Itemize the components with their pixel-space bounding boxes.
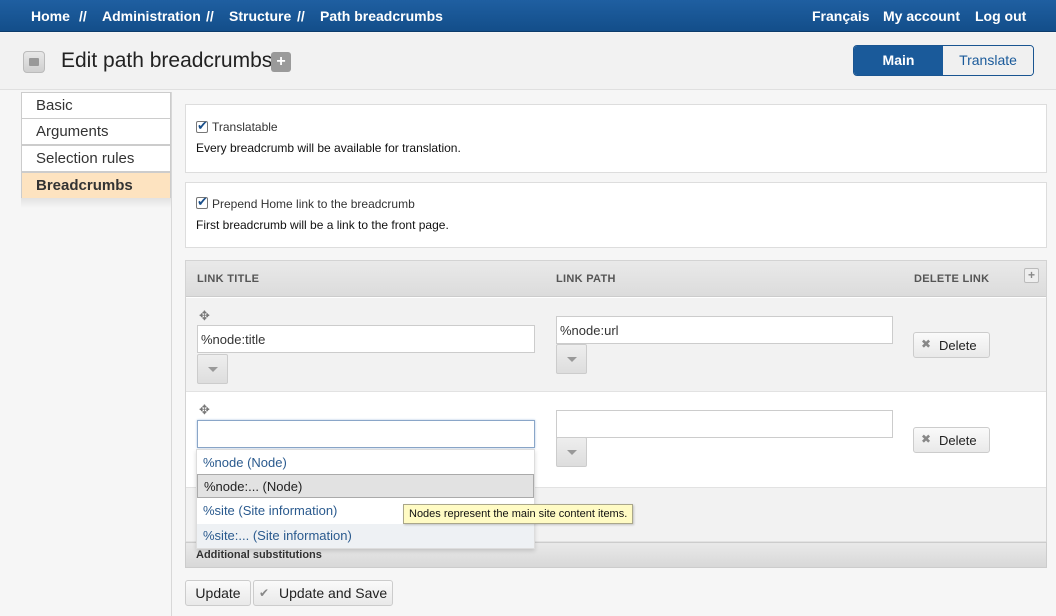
language-switch-link[interactable]: Français	[812, 8, 870, 24]
header-link-path: LINK PATH	[556, 273, 616, 285]
add-shortcut-button[interactable]: +	[271, 52, 291, 72]
prepend-home-checkbox[interactable]	[196, 194, 208, 210]
delete-button[interactable]: ✖ Delete	[913, 332, 990, 358]
link-title-input[interactable]	[197, 420, 535, 448]
add-row-icon[interactable]: +	[1024, 268, 1039, 283]
header-delete-link: DELETE LINK	[914, 273, 990, 285]
breadcrumb-separator: //	[206, 8, 214, 24]
update-button[interactable]: Update	[185, 580, 251, 606]
link-title-input[interactable]	[197, 325, 535, 353]
prepend-home-description: First breadcrumb will be a link to the f…	[196, 218, 449, 232]
breadcrumb-home[interactable]: Home	[31, 8, 70, 24]
update-and-save-button[interactable]: ✔ Update and Save	[253, 580, 393, 606]
path-dropdown-button[interactable]	[556, 344, 587, 374]
view-tabs: Main Translate	[853, 45, 1034, 76]
update-and-save-label: Update and Save	[279, 585, 388, 601]
page-header: Edit path breadcrumbs + Main Translate	[0, 33, 1056, 90]
token-tooltip: Nodes represent the main site content it…	[403, 504, 634, 524]
sidebar-item-selection-rules[interactable]: Selection rules	[21, 145, 171, 172]
page-icon	[23, 51, 45, 73]
delete-label: Delete	[939, 433, 977, 448]
tab-main[interactable]: Main	[854, 46, 943, 75]
autocomplete-item[interactable]: %node (Node)	[197, 451, 534, 475]
breadcrumb-path-breadcrumbs[interactable]: Path breadcrumbs	[320, 8, 443, 24]
prepend-home-option: Prepend Home link to the breadcrumb Firs…	[185, 182, 1047, 248]
link-path-input[interactable]	[556, 316, 893, 344]
link-path-input[interactable]	[556, 410, 893, 438]
sidebar-item-basic[interactable]: Basic	[21, 92, 171, 119]
check-icon: ✔	[259, 586, 270, 600]
drag-handle-icon[interactable]: ✥	[199, 402, 210, 418]
translatable-checkbox[interactable]	[196, 118, 208, 134]
close-icon: ✖	[921, 432, 932, 446]
sidebar-shadow	[21, 198, 171, 208]
drag-handle-icon[interactable]: ✥	[199, 308, 210, 324]
breadcrumb-separator: //	[297, 8, 305, 24]
title-dropdown-button[interactable]	[197, 354, 228, 384]
path-dropdown-button[interactable]	[556, 437, 587, 467]
sidebar-item-breadcrumbs[interactable]: Breadcrumbs	[21, 172, 171, 199]
content-divider	[171, 92, 172, 616]
breadcrumb-separator: //	[79, 8, 87, 24]
table-header: LINK TITLE LINK PATH DELETE LINK +	[186, 261, 1046, 297]
breadcrumb-administration[interactable]: Administration	[102, 8, 201, 24]
delete-label: Delete	[939, 338, 977, 353]
autocomplete-list: %node (Node) %node:... (Node) %site (Sit…	[196, 449, 535, 549]
breadcrumb-structure[interactable]: Structure	[229, 8, 291, 24]
autocomplete-item[interactable]: %site:... (Site information)	[197, 524, 534, 548]
additional-substitutions-label: Additional substitutions	[196, 549, 322, 561]
translatable-option: Translatable Every breadcrumb will be av…	[185, 104, 1047, 173]
delete-button[interactable]: ✖ Delete	[913, 427, 990, 453]
header-link-title: LINK TITLE	[197, 273, 260, 285]
autocomplete-item-selected[interactable]: %node:... (Node)	[197, 474, 534, 498]
close-icon: ✖	[921, 337, 932, 351]
prepend-home-label: Prepend Home link to the breadcrumb	[212, 197, 415, 211]
sidebar-item-arguments[interactable]: Arguments	[21, 118, 171, 145]
admin-toolbar: Home // Administration // Structure // P…	[0, 0, 1056, 32]
translatable-label: Translatable	[212, 120, 278, 134]
translatable-description: Every breadcrumb will be available for t…	[196, 141, 461, 155]
table-row: ✥ ✖ Delete	[186, 298, 1046, 392]
my-account-link[interactable]: My account	[883, 8, 960, 24]
log-out-link[interactable]: Log out	[975, 8, 1026, 24]
tab-translate[interactable]: Translate	[943, 46, 1033, 75]
page-title: Edit path breadcrumbs	[61, 49, 273, 72]
